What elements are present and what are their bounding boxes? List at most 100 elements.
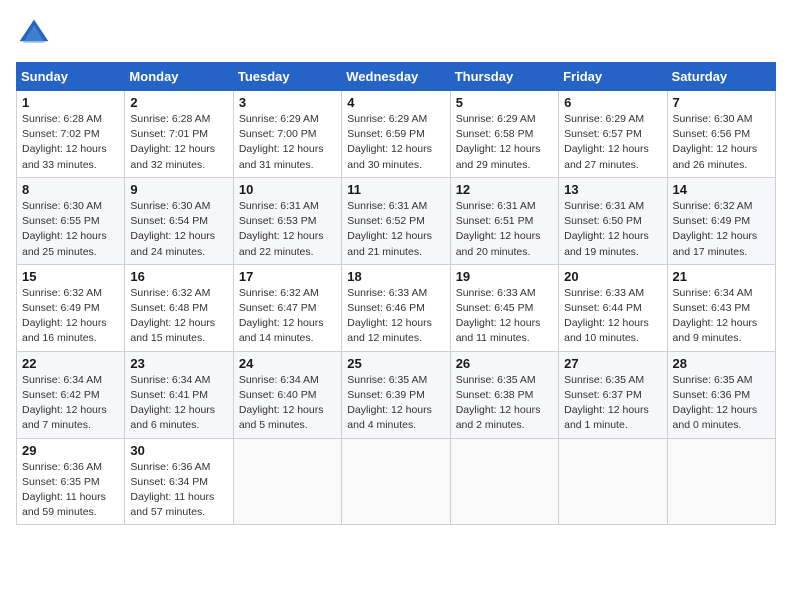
calendar-table: SundayMondayTuesdayWednesdayThursdayFrid… bbox=[16, 62, 776, 525]
calendar-day-cell: 1 Sunrise: 6:28 AM Sunset: 7:02 PM Dayli… bbox=[17, 91, 125, 178]
calendar-day-cell: 10 Sunrise: 6:31 AM Sunset: 6:53 PM Dayl… bbox=[233, 177, 341, 264]
calendar-day-cell: 13 Sunrise: 6:31 AM Sunset: 6:50 PM Dayl… bbox=[559, 177, 667, 264]
calendar-day-cell: 21 Sunrise: 6:34 AM Sunset: 6:43 PM Dayl… bbox=[667, 264, 775, 351]
day-info: Sunrise: 6:34 AM Sunset: 6:41 PM Dayligh… bbox=[130, 373, 227, 434]
weekday-header: Sunday bbox=[17, 63, 125, 91]
calendar-day-cell: 24 Sunrise: 6:34 AM Sunset: 6:40 PM Dayl… bbox=[233, 351, 341, 438]
day-info: Sunrise: 6:29 AM Sunset: 6:57 PM Dayligh… bbox=[564, 112, 661, 173]
calendar-day-cell: 30 Sunrise: 6:36 AM Sunset: 6:34 PM Dayl… bbox=[125, 438, 233, 525]
calendar-week-row: 8 Sunrise: 6:30 AM Sunset: 6:55 PM Dayli… bbox=[17, 177, 776, 264]
day-number: 1 bbox=[22, 95, 119, 110]
weekday-header: Saturday bbox=[667, 63, 775, 91]
day-info: Sunrise: 6:31 AM Sunset: 6:53 PM Dayligh… bbox=[239, 199, 336, 260]
page-header bbox=[16, 16, 776, 52]
day-info: Sunrise: 6:29 AM Sunset: 6:59 PM Dayligh… bbox=[347, 112, 444, 173]
calendar-day-cell: 9 Sunrise: 6:30 AM Sunset: 6:54 PM Dayli… bbox=[125, 177, 233, 264]
calendar-day-cell: 12 Sunrise: 6:31 AM Sunset: 6:51 PM Dayl… bbox=[450, 177, 558, 264]
weekday-header: Thursday bbox=[450, 63, 558, 91]
calendar-day-cell: 15 Sunrise: 6:32 AM Sunset: 6:49 PM Dayl… bbox=[17, 264, 125, 351]
logo bbox=[16, 16, 58, 52]
calendar-day-cell bbox=[667, 438, 775, 525]
weekday-header: Wednesday bbox=[342, 63, 450, 91]
weekday-header: Monday bbox=[125, 63, 233, 91]
calendar-day-cell: 20 Sunrise: 6:33 AM Sunset: 6:44 PM Dayl… bbox=[559, 264, 667, 351]
calendar-day-cell: 14 Sunrise: 6:32 AM Sunset: 6:49 PM Dayl… bbox=[667, 177, 775, 264]
day-info: Sunrise: 6:32 AM Sunset: 6:48 PM Dayligh… bbox=[130, 286, 227, 347]
day-info: Sunrise: 6:33 AM Sunset: 6:46 PM Dayligh… bbox=[347, 286, 444, 347]
calendar-day-cell: 2 Sunrise: 6:28 AM Sunset: 7:01 PM Dayli… bbox=[125, 91, 233, 178]
day-info: Sunrise: 6:35 AM Sunset: 6:36 PM Dayligh… bbox=[673, 373, 770, 434]
calendar-day-cell bbox=[342, 438, 450, 525]
day-info: Sunrise: 6:36 AM Sunset: 6:35 PM Dayligh… bbox=[22, 460, 119, 521]
calendar-day-cell: 7 Sunrise: 6:30 AM Sunset: 6:56 PM Dayli… bbox=[667, 91, 775, 178]
day-number: 27 bbox=[564, 356, 661, 371]
calendar-day-cell bbox=[450, 438, 558, 525]
day-number: 28 bbox=[673, 356, 770, 371]
day-info: Sunrise: 6:34 AM Sunset: 6:40 PM Dayligh… bbox=[239, 373, 336, 434]
day-info: Sunrise: 6:34 AM Sunset: 6:43 PM Dayligh… bbox=[673, 286, 770, 347]
day-number: 29 bbox=[22, 443, 119, 458]
calendar-day-cell: 6 Sunrise: 6:29 AM Sunset: 6:57 PM Dayli… bbox=[559, 91, 667, 178]
day-number: 24 bbox=[239, 356, 336, 371]
day-number: 13 bbox=[564, 182, 661, 197]
calendar-header-row: SundayMondayTuesdayWednesdayThursdayFrid… bbox=[17, 63, 776, 91]
calendar-day-cell: 29 Sunrise: 6:36 AM Sunset: 6:35 PM Dayl… bbox=[17, 438, 125, 525]
day-info: Sunrise: 6:35 AM Sunset: 6:38 PM Dayligh… bbox=[456, 373, 553, 434]
day-info: Sunrise: 6:36 AM Sunset: 6:34 PM Dayligh… bbox=[130, 460, 227, 521]
day-number: 22 bbox=[22, 356, 119, 371]
day-info: Sunrise: 6:29 AM Sunset: 7:00 PM Dayligh… bbox=[239, 112, 336, 173]
weekday-header: Friday bbox=[559, 63, 667, 91]
day-number: 18 bbox=[347, 269, 444, 284]
calendar-day-cell: 19 Sunrise: 6:33 AM Sunset: 6:45 PM Dayl… bbox=[450, 264, 558, 351]
calendar-day-cell: 3 Sunrise: 6:29 AM Sunset: 7:00 PM Dayli… bbox=[233, 91, 341, 178]
calendar-day-cell: 8 Sunrise: 6:30 AM Sunset: 6:55 PM Dayli… bbox=[17, 177, 125, 264]
day-info: Sunrise: 6:35 AM Sunset: 6:39 PM Dayligh… bbox=[347, 373, 444, 434]
day-number: 23 bbox=[130, 356, 227, 371]
logo-icon bbox=[16, 16, 52, 52]
day-number: 14 bbox=[673, 182, 770, 197]
day-info: Sunrise: 6:29 AM Sunset: 6:58 PM Dayligh… bbox=[456, 112, 553, 173]
day-number: 10 bbox=[239, 182, 336, 197]
calendar-day-cell bbox=[559, 438, 667, 525]
day-number: 17 bbox=[239, 269, 336, 284]
calendar-day-cell: 11 Sunrise: 6:31 AM Sunset: 6:52 PM Dayl… bbox=[342, 177, 450, 264]
calendar-day-cell: 23 Sunrise: 6:34 AM Sunset: 6:41 PM Dayl… bbox=[125, 351, 233, 438]
calendar-week-row: 22 Sunrise: 6:34 AM Sunset: 6:42 PM Dayl… bbox=[17, 351, 776, 438]
day-info: Sunrise: 6:28 AM Sunset: 7:02 PM Dayligh… bbox=[22, 112, 119, 173]
day-number: 16 bbox=[130, 269, 227, 284]
calendar-day-cell: 5 Sunrise: 6:29 AM Sunset: 6:58 PM Dayli… bbox=[450, 91, 558, 178]
day-number: 20 bbox=[564, 269, 661, 284]
day-info: Sunrise: 6:30 AM Sunset: 6:55 PM Dayligh… bbox=[22, 199, 119, 260]
day-info: Sunrise: 6:30 AM Sunset: 6:54 PM Dayligh… bbox=[130, 199, 227, 260]
day-number: 19 bbox=[456, 269, 553, 284]
calendar-week-row: 15 Sunrise: 6:32 AM Sunset: 6:49 PM Dayl… bbox=[17, 264, 776, 351]
day-number: 21 bbox=[673, 269, 770, 284]
day-number: 26 bbox=[456, 356, 553, 371]
calendar-day-cell: 16 Sunrise: 6:32 AM Sunset: 6:48 PM Dayl… bbox=[125, 264, 233, 351]
day-info: Sunrise: 6:35 AM Sunset: 6:37 PM Dayligh… bbox=[564, 373, 661, 434]
calendar-week-row: 29 Sunrise: 6:36 AM Sunset: 6:35 PM Dayl… bbox=[17, 438, 776, 525]
calendar-day-cell: 25 Sunrise: 6:35 AM Sunset: 6:39 PM Dayl… bbox=[342, 351, 450, 438]
day-number: 25 bbox=[347, 356, 444, 371]
day-info: Sunrise: 6:31 AM Sunset: 6:52 PM Dayligh… bbox=[347, 199, 444, 260]
day-info: Sunrise: 6:31 AM Sunset: 6:50 PM Dayligh… bbox=[564, 199, 661, 260]
day-number: 30 bbox=[130, 443, 227, 458]
day-info: Sunrise: 6:33 AM Sunset: 6:45 PM Dayligh… bbox=[456, 286, 553, 347]
calendar-day-cell: 27 Sunrise: 6:35 AM Sunset: 6:37 PM Dayl… bbox=[559, 351, 667, 438]
calendar-day-cell: 28 Sunrise: 6:35 AM Sunset: 6:36 PM Dayl… bbox=[667, 351, 775, 438]
day-info: Sunrise: 6:28 AM Sunset: 7:01 PM Dayligh… bbox=[130, 112, 227, 173]
calendar-day-cell bbox=[233, 438, 341, 525]
calendar-day-cell: 4 Sunrise: 6:29 AM Sunset: 6:59 PM Dayli… bbox=[342, 91, 450, 178]
day-info: Sunrise: 6:32 AM Sunset: 6:47 PM Dayligh… bbox=[239, 286, 336, 347]
calendar-day-cell: 22 Sunrise: 6:34 AM Sunset: 6:42 PM Dayl… bbox=[17, 351, 125, 438]
calendar-week-row: 1 Sunrise: 6:28 AM Sunset: 7:02 PM Dayli… bbox=[17, 91, 776, 178]
calendar-day-cell: 26 Sunrise: 6:35 AM Sunset: 6:38 PM Dayl… bbox=[450, 351, 558, 438]
day-info: Sunrise: 6:32 AM Sunset: 6:49 PM Dayligh… bbox=[673, 199, 770, 260]
day-number: 2 bbox=[130, 95, 227, 110]
day-number: 12 bbox=[456, 182, 553, 197]
calendar-day-cell: 18 Sunrise: 6:33 AM Sunset: 6:46 PM Dayl… bbox=[342, 264, 450, 351]
day-info: Sunrise: 6:34 AM Sunset: 6:42 PM Dayligh… bbox=[22, 373, 119, 434]
day-info: Sunrise: 6:32 AM Sunset: 6:49 PM Dayligh… bbox=[22, 286, 119, 347]
day-number: 3 bbox=[239, 95, 336, 110]
day-number: 11 bbox=[347, 182, 444, 197]
